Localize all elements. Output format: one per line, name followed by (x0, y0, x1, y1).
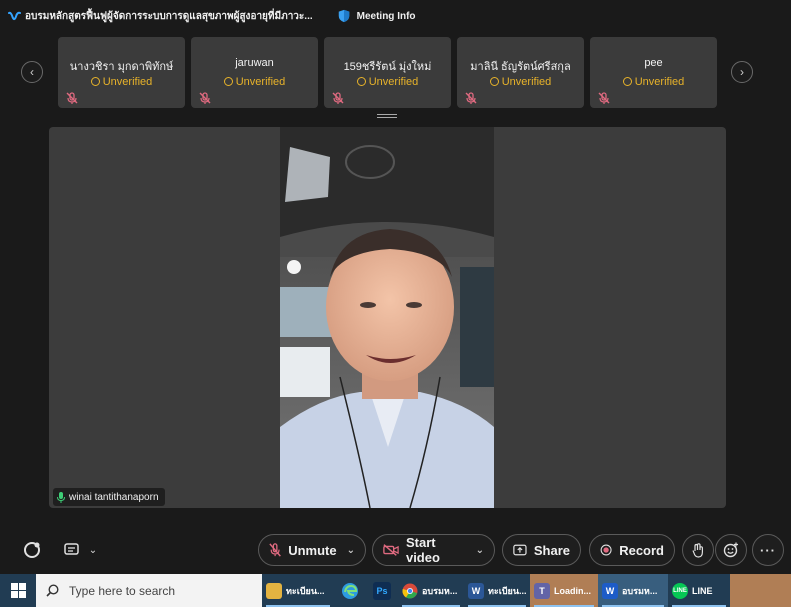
warning-icon (90, 77, 100, 86)
participant-tile[interactable]: นางวชิรา มุกดาพิทักษ์ Unverified (58, 37, 185, 108)
taskbar-app-teams[interactable]: T Loadin... (530, 574, 598, 607)
captions-menu-button[interactable]: ⌄ (60, 538, 100, 562)
reactions-button[interactable] (715, 534, 747, 566)
next-participants-button[interactable]: › (731, 61, 753, 83)
edge-icon (342, 582, 358, 599)
chevron-left-icon: ‹ (30, 65, 34, 79)
muted-mic-icon (332, 92, 344, 104)
participant-tile[interactable]: jaruwan Unverified (191, 37, 318, 108)
share-icon (513, 544, 527, 556)
previous-participants-button[interactable]: ‹ (21, 61, 43, 83)
folder-icon (266, 582, 282, 599)
windows-logo-icon (10, 583, 26, 598)
record-icon (600, 544, 612, 556)
warning-icon (223, 77, 233, 86)
taskbar-app-edge[interactable] (334, 574, 366, 607)
taskbar-app-explorer[interactable]: ทะเบียน... (262, 574, 334, 607)
muted-mic-icon (598, 92, 610, 104)
taskbar-app-webex[interactable]: W อบรมห... (598, 574, 668, 607)
chevron-right-icon: › (740, 65, 744, 79)
teams-icon: T (534, 582, 550, 599)
title-bar: อบรมหลักสูตรฟื้นฟูผู้จัดการระบบการดูแลสุ… (0, 0, 791, 32)
status-ring-icon (24, 542, 40, 558)
chrome-icon (402, 583, 418, 599)
word-icon: W (468, 582, 484, 599)
video-off-icon (383, 544, 399, 556)
muted-mic-icon (199, 92, 211, 104)
more-options-button[interactable]: ··· (752, 534, 784, 566)
verification-status: Unverified (590, 76, 717, 88)
mic-muted-icon (269, 543, 281, 557)
chevron-down-icon: ⌄ (88, 544, 98, 556)
speaker-video-frame (280, 127, 494, 508)
active-speaker-video (280, 127, 494, 508)
participant-name: 159ชรีรัตน์ มุ่งใหม่ (343, 61, 432, 73)
more-icon: ··· (760, 542, 776, 558)
speaker-name-tag: winai tantithanaporn (53, 488, 165, 506)
participant-tile[interactable]: มาลินี ธัญรัตน์ศรีสกุล Unverified (457, 37, 584, 108)
record-button[interactable]: Record (589, 534, 675, 566)
meeting-info-button[interactable]: Meeting Info (357, 11, 416, 22)
search-icon (46, 584, 59, 597)
participant-name: pee (644, 57, 663, 69)
participant-name: jaruwan (235, 57, 274, 69)
verification-status: Unverified (457, 76, 584, 88)
mic-active-icon (57, 491, 65, 503)
hand-icon (692, 542, 703, 558)
taskbar-app-photoshop[interactable]: Ps (366, 574, 398, 607)
muted-mic-icon (66, 92, 78, 104)
taskbar-app-line[interactable]: LINE LINE (668, 574, 730, 607)
photoshop-icon: Ps (373, 581, 391, 600)
participant-tile[interactable]: 159ชรีรัตน์ มุ่งใหม่ Unverified (324, 37, 451, 108)
verification-status: Unverified (324, 76, 451, 88)
participant-name: มาลินี ธัญรัตน์ศรีสกุล (470, 61, 571, 73)
participant-strip: ‹ นางวชิรา มุกดาพิทักษ์ Unverified jaruw… (0, 37, 791, 109)
taskbar-overflow (730, 574, 791, 607)
start-video-button[interactable]: Start video ⌄ (372, 534, 495, 566)
status-indicator-button[interactable] (21, 538, 43, 562)
share-button[interactable]: Share (502, 534, 581, 566)
taskbar-app-chrome[interactable]: อบรมห... (398, 574, 464, 607)
chevron-down-icon: ⌄ (475, 544, 484, 556)
unmute-button[interactable]: Unmute ⌄ (258, 534, 366, 566)
meeting-controls: ⌄ Unmute ⌄ Start video ⌄ Share Record ··… (0, 530, 791, 570)
webex-logo-icon (8, 11, 21, 20)
speaker-name: winai tantithanaporn (69, 491, 159, 503)
main-video-stage: winai tantithanaporn (49, 127, 726, 508)
webex-icon: W (602, 582, 618, 599)
resize-handle[interactable] (377, 114, 397, 118)
window-title: อบรมหลักสูตรฟื้นฟูผู้จัดการระบบการดูแลสุ… (25, 10, 313, 22)
windows-taskbar: Type here to search ทะเบียน... Ps อบรมห.… (0, 574, 791, 607)
captions-icon (64, 543, 79, 555)
start-button[interactable] (0, 574, 36, 607)
participant-name: นางวชิรา มุกดาพิทักษ์ (69, 61, 174, 73)
chevron-down-icon: ⌄ (346, 544, 355, 556)
verification-status: Unverified (58, 76, 185, 88)
participant-tile[interactable]: pee Unverified (590, 37, 717, 108)
warning-icon (622, 77, 632, 86)
muted-mic-icon (465, 92, 477, 104)
warning-icon (489, 77, 499, 86)
raise-hand-button[interactable] (682, 534, 714, 566)
shield-icon[interactable] (337, 9, 351, 23)
emoji-icon (723, 542, 738, 558)
taskbar-app-word[interactable]: W ทะเบียน... (464, 574, 530, 607)
line-icon: LINE (672, 582, 688, 599)
taskbar-search-input[interactable]: Type here to search (36, 574, 262, 607)
verification-status: Unverified (191, 76, 318, 88)
warning-icon (356, 77, 366, 86)
